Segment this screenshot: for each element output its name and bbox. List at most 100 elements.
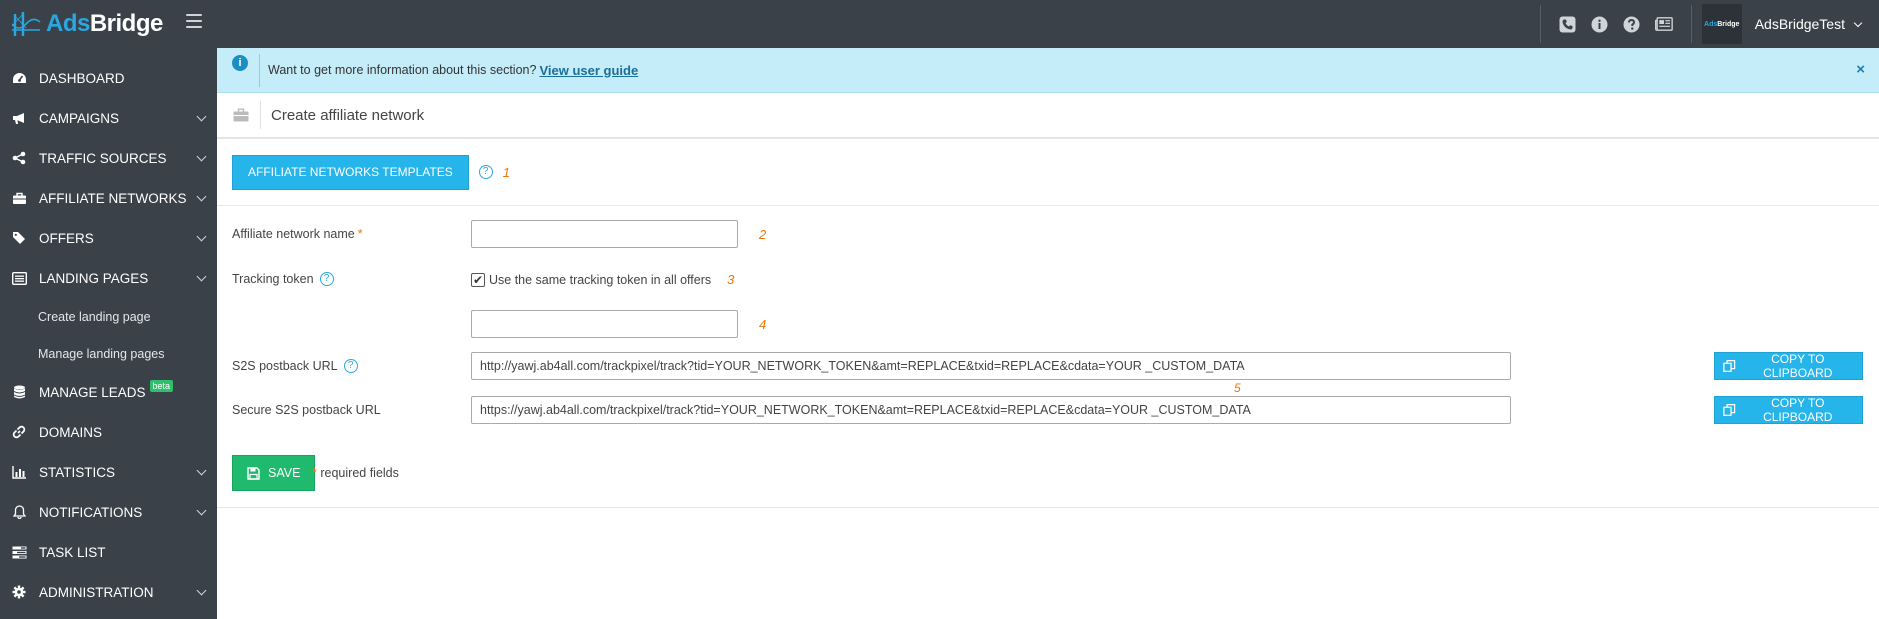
same-tracking-token-checkbox[interactable]: ✔ bbox=[471, 272, 485, 287]
info-divider bbox=[259, 53, 260, 87]
header-right: Ads Bridge AdsBridgeTest bbox=[1539, 0, 1879, 48]
affiliate-network-name-label: Affiliate network name * bbox=[232, 227, 363, 241]
main-content: i Want to get more information about thi… bbox=[217, 48, 1879, 619]
logo-area: AdsBridge bbox=[0, 0, 217, 48]
sidebar-item-notifications[interactable]: NOTIFICATIONS bbox=[0, 492, 217, 532]
bar-chart-icon bbox=[11, 464, 27, 480]
info-icon[interactable] bbox=[1591, 15, 1609, 33]
step-marker: 2 bbox=[759, 227, 767, 242]
dashboard-icon bbox=[11, 70, 27, 86]
sidebar-item-label: TRAFFIC SOURCES bbox=[39, 150, 167, 166]
link-icon bbox=[11, 424, 27, 440]
s2s-label-text: S2S postback URL bbox=[232, 359, 338, 373]
user-menu[interactable]: Ads Bridge AdsBridgeTest bbox=[1692, 0, 1879, 48]
question-circle-icon[interactable]: ? bbox=[319, 272, 334, 286]
newspaper-icon[interactable] bbox=[1654, 15, 1673, 33]
briefcase-icon bbox=[233, 108, 249, 122]
chevron-down-icon bbox=[196, 585, 207, 596]
sidebar-item-statistics[interactable]: STATISTICS bbox=[0, 452, 217, 492]
tracking-token-input[interactable] bbox=[471, 310, 738, 338]
sidebar-item-manage-leads[interactable]: MANAGE LEADS beta bbox=[0, 372, 217, 412]
checkbox-label: Use the same tracking token in all offer… bbox=[489, 272, 712, 287]
sidebar-item-label: ADMINISTRATION bbox=[39, 584, 154, 600]
copy-icon bbox=[1723, 404, 1736, 416]
tasks-icon bbox=[11, 544, 27, 560]
logo-bridge: Bridge bbox=[89, 10, 164, 37]
sidebar-item-landing-pages[interactable]: LANDING PAGES bbox=[0, 258, 217, 298]
megaphone-icon bbox=[11, 110, 27, 126]
sidebar-item-affiliate-networks[interactable]: AFFILIATE NETWORKS bbox=[0, 178, 217, 218]
sidebar-item-label: LANDING PAGES bbox=[39, 270, 149, 286]
logo-text: AdsBridge bbox=[46, 10, 163, 38]
s2s-postback-url-label: S2S postback URL ? bbox=[232, 359, 358, 373]
copy-button-label: COPY TO CLIPBOARD bbox=[1763, 352, 1833, 380]
copy-button-label: COPY TO CLIPBOARD bbox=[1763, 396, 1833, 424]
sidebar-item-domains[interactable]: DOMAINS bbox=[0, 412, 217, 452]
sidebar-item-label: MANAGE LEADS bbox=[39, 384, 146, 400]
avatar-logo-bridge: Bridge bbox=[1717, 20, 1740, 28]
list-alt-icon bbox=[11, 270, 27, 286]
step-marker: 4 bbox=[759, 317, 767, 332]
secure-s2s-postback-url-input[interactable] bbox=[471, 396, 1511, 424]
phone-icon[interactable] bbox=[1559, 15, 1577, 33]
chevron-down-icon bbox=[196, 231, 207, 242]
share-icon bbox=[11, 150, 27, 166]
info-banner: i Want to get more information about thi… bbox=[217, 48, 1879, 93]
copy-secure-s2s-url-button[interactable]: COPY TO CLIPBOARD bbox=[1714, 396, 1863, 424]
chevron-down-icon bbox=[196, 465, 207, 476]
copy-icon bbox=[1723, 360, 1736, 372]
sidebar-item-label: STATISTICS bbox=[39, 464, 116, 480]
save-button-label: SAVE bbox=[268, 466, 301, 480]
avatar: Ads Bridge bbox=[1701, 4, 1742, 44]
sidebar-item-dashboard[interactable]: DASHBOARD bbox=[0, 58, 217, 98]
same-tracking-token-option: ✔ Use the same tracking token in all off… bbox=[471, 272, 734, 287]
logo[interactable]: AdsBridge bbox=[12, 8, 163, 40]
sidebar-item-administration[interactable]: ADMINISTRATION bbox=[0, 572, 217, 612]
hamburger-menu-icon[interactable] bbox=[186, 14, 202, 28]
sidebar-item-label: NOTIFICATIONS bbox=[39, 504, 143, 520]
question-circle-icon[interactable]: ? bbox=[343, 359, 358, 373]
question-icon[interactable] bbox=[1623, 15, 1641, 33]
save-button[interactable]: SAVE bbox=[232, 455, 316, 491]
sidebar-item-label: DOMAINS bbox=[39, 424, 103, 440]
sidebar-item-offers[interactable]: OFFERS bbox=[0, 218, 217, 258]
beta-badge: beta bbox=[149, 380, 174, 392]
templates-row: AFFILIATE NETWORKS TEMPLATES ? 1 bbox=[217, 139, 1879, 206]
secure-label-text: Secure S2S postback URL bbox=[232, 403, 381, 417]
name-label-text: Affiliate network name bbox=[232, 227, 355, 241]
chevron-down-icon bbox=[196, 505, 207, 516]
sidebar-item-traffic-sources[interactable]: TRAFFIC SOURCES bbox=[0, 138, 217, 178]
chevron-down-icon bbox=[196, 111, 207, 122]
page-header-divider bbox=[260, 101, 261, 129]
copy-s2s-url-button[interactable]: COPY TO CLIPBOARD bbox=[1714, 352, 1863, 380]
view-user-guide-link[interactable]: View user guide bbox=[539, 63, 638, 78]
chevron-down-icon bbox=[196, 151, 207, 162]
required-mark: * bbox=[357, 227, 363, 241]
sidebar: AdsBridge DASHBOARD CAMPAIGNS TRAFFIC SO… bbox=[0, 0, 217, 619]
bell-icon bbox=[11, 504, 27, 520]
chevron-down-icon bbox=[196, 191, 207, 202]
sidebar-item-label: OFFERS bbox=[39, 230, 94, 246]
sidebar-item-campaigns[interactable]: CAMPAIGNS bbox=[0, 98, 217, 138]
page-title: Create affiliate network bbox=[271, 106, 425, 124]
page-header: Create affiliate network bbox=[217, 93, 1879, 139]
sidebar-subitem-manage-landing-pages[interactable]: Manage landing pages bbox=[0, 335, 217, 372]
sidebar-item-task-list[interactable]: TASK LIST bbox=[0, 532, 217, 572]
s2s-postback-url-input[interactable] bbox=[471, 352, 1511, 380]
floppy-disk-icon bbox=[247, 466, 260, 480]
required-mark: * bbox=[312, 466, 317, 480]
sidebar-item-label: DASHBOARD bbox=[39, 70, 125, 86]
required-note-text: required fields bbox=[320, 466, 399, 480]
header-icons bbox=[1541, 15, 1691, 33]
close-icon[interactable]: × bbox=[1856, 62, 1865, 77]
affiliate-network-name-input[interactable] bbox=[471, 220, 738, 248]
question-circle-icon[interactable]: ? bbox=[478, 165, 493, 179]
chevron-down-icon bbox=[1853, 18, 1863, 27]
affiliate-network-form: Affiliate network name * 2 Tracking token… bbox=[217, 206, 1879, 506]
avatar-logo-ads: Ads bbox=[1704, 20, 1718, 28]
logo-ads: Ads bbox=[46, 10, 90, 37]
affiliate-networks-templates-button[interactable]: AFFILIATE NETWORKS TEMPLATES bbox=[232, 154, 469, 190]
info-text: Want to get more information about this … bbox=[268, 63, 537, 77]
sidebar-subitem-create-landing-page[interactable]: Create landing page bbox=[0, 298, 217, 335]
sidebar-item-label: TASK LIST bbox=[39, 544, 106, 560]
